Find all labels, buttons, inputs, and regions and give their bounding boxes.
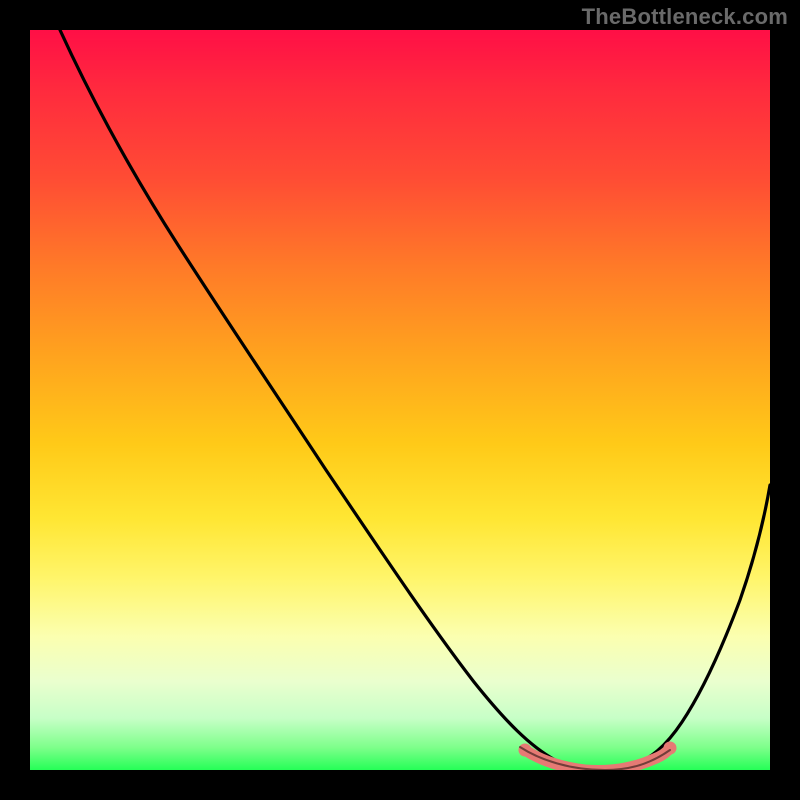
watermark-text: TheBottleneck.com: [582, 4, 788, 30]
chart-frame: TheBottleneck.com: [0, 0, 800, 800]
highlight-band: [519, 742, 677, 771]
bottleneck-curve: [30, 30, 770, 770]
plot-area: [30, 30, 770, 770]
curve-over-highlight: [520, 747, 670, 770]
curve-path: [60, 30, 770, 769]
